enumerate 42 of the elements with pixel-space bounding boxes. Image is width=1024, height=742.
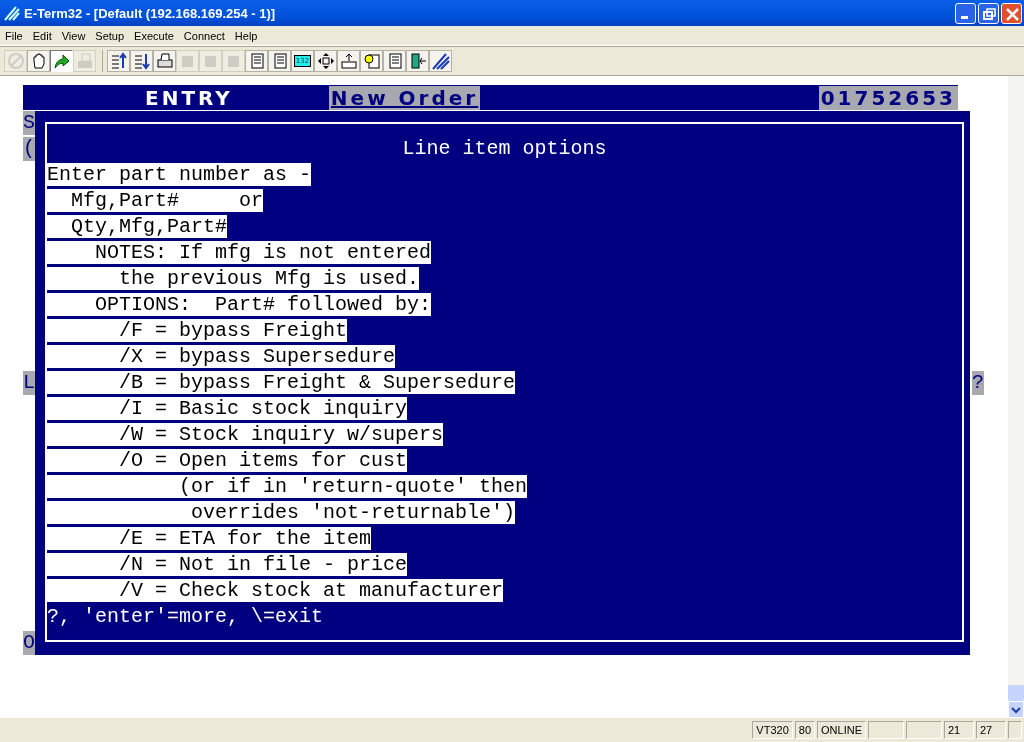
scroll-down-button[interactable] xyxy=(1008,701,1024,718)
menu-item[interactable]: File xyxy=(0,29,28,42)
dialog-title: Line item options xyxy=(401,136,608,162)
status-field: VT320 xyxy=(752,721,793,739)
terminal-text: O xyxy=(23,631,35,655)
status-field: ONLINE xyxy=(817,721,866,739)
toolbar-button[interactable] xyxy=(360,50,383,72)
toolbar-button[interactable] xyxy=(429,50,452,72)
minimize-button[interactable] xyxy=(955,2,976,24)
restore-button[interactable] xyxy=(978,2,999,24)
status-field: 80 xyxy=(794,721,816,739)
screen-title: ENTRY xyxy=(145,85,233,110)
toolbar-button[interactable] xyxy=(107,50,130,72)
menu-item[interactable]: Help xyxy=(229,29,263,42)
terminal-text: L xyxy=(23,371,35,395)
status-field: 27 xyxy=(976,721,1006,739)
mode-label: New Order xyxy=(328,85,481,110)
toolbar-button[interactable] xyxy=(27,50,50,72)
toolbar-button[interactable] xyxy=(153,50,176,72)
toolbar-button[interactable] xyxy=(314,50,337,72)
toolbar-button[interactable] xyxy=(50,50,73,72)
status-field xyxy=(1008,721,1022,739)
status-field: 21 xyxy=(944,721,974,739)
toolbar-button[interactable] xyxy=(406,50,429,72)
window-title: E-Term32 - [Default (192.168.169.254 - 1)] xyxy=(24,5,276,21)
order-number: 01752653 xyxy=(818,85,958,110)
menu-item[interactable]: Setup xyxy=(90,29,130,42)
menu-item[interactable]: Execute xyxy=(129,29,179,42)
terminal-text: S xyxy=(23,111,35,135)
menu-item[interactable]: Edit xyxy=(27,29,57,42)
help-line: ?, 'enter'=more, \=exit xyxy=(47,605,324,628)
minimize-icon xyxy=(961,15,968,19)
scroll-thumb[interactable] xyxy=(1008,685,1024,701)
menu-item[interactable]: Connect xyxy=(178,29,230,42)
menu-item[interactable]: View xyxy=(56,29,91,42)
toolbar-button[interactable] xyxy=(130,50,153,72)
status-field xyxy=(906,721,942,739)
logo-icon xyxy=(4,5,20,21)
status-field xyxy=(868,721,904,739)
terminal-text: ? xyxy=(972,371,984,395)
close-button[interactable] xyxy=(1001,2,1022,24)
terminal-text: ( xyxy=(23,137,35,161)
